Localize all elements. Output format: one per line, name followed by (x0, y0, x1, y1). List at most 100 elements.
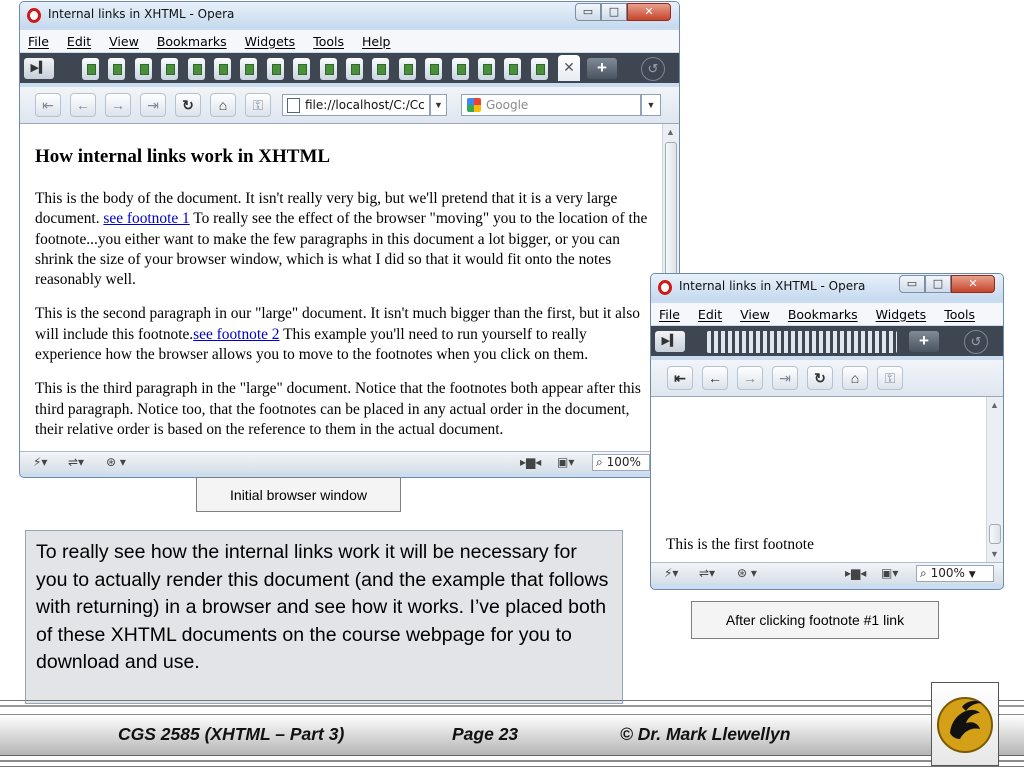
tab-bar: ▶▍ ✕ + ↺ (20, 53, 679, 83)
menu-tools[interactable]: Tools (313, 34, 344, 49)
tab-13[interactable] (398, 58, 416, 80)
menu-view[interactable]: View (109, 34, 139, 49)
scroll-up-icon[interactable]: ▲ (666, 127, 675, 137)
tab-11[interactable] (346, 58, 363, 80)
menu-edit[interactable]: Edit (67, 34, 91, 49)
title-bar-2[interactable]: Internal links in XHTML - Opera ▭ □ ✕ (651, 274, 1003, 300)
minimize-button[interactable]: ▭ (575, 3, 601, 21)
trash-icon[interactable]: ↺ (641, 57, 665, 81)
fast-forward-icon[interactable]: ⇥ (140, 93, 166, 117)
paragraph-1: This is the body of the document. It isn… (35, 189, 655, 290)
reload-icon[interactable]: ↻ (175, 93, 201, 117)
tab-10[interactable] (319, 58, 337, 80)
menu-edit-2[interactable]: Edit (698, 307, 722, 322)
maximize-button[interactable]: □ (601, 3, 627, 21)
vertical-scrollbar-2[interactable]: ▲ ▼ (986, 397, 1003, 562)
images-icon-2[interactable]: ▸▆◂ (845, 566, 866, 580)
tab-16[interactable] (478, 58, 495, 80)
forward-icon[interactable]: → (105, 93, 131, 117)
paragraph-3: This is the third paragraph in the "larg… (35, 379, 655, 440)
menu-help[interactable]: Help (362, 34, 391, 49)
view-icon[interactable]: ▣▾ (557, 455, 574, 469)
panel-icon-2[interactable]: ▶▍ (655, 331, 685, 352)
tab-active[interactable]: ✕ (558, 55, 580, 81)
wand-status-icon-2[interactable]: ⚡▾ (664, 566, 678, 580)
title-bar[interactable]: Internal links in XHTML - Opera ▭ □ ✕ (20, 2, 679, 28)
search-field[interactable]: Google (461, 94, 641, 116)
footer-rule-top (0, 700, 1024, 701)
menu-bookmarks[interactable]: Bookmarks (157, 34, 227, 49)
fast-forward-icon-2[interactable]: ⇥ (772, 366, 798, 390)
tab-15[interactable] (451, 58, 469, 80)
menu-view-2[interactable]: View (740, 307, 770, 322)
tab-strip[interactable] (707, 331, 897, 353)
rewind-icon-2[interactable]: ⇤ (667, 366, 693, 390)
maximize-button-2[interactable]: □ (925, 275, 951, 293)
new-tab-icon-2[interactable]: + (909, 331, 939, 352)
speed-dial-icon-2[interactable]: ⊛ ▾ (737, 566, 757, 580)
tab-4[interactable] (161, 58, 179, 80)
zoom-dropdown-icon[interactable]: ▼ (969, 570, 976, 580)
images-icon[interactable]: ▸▆◂ (520, 455, 541, 469)
menu-file[interactable]: File (28, 34, 49, 49)
tab-6[interactable] (214, 58, 231, 80)
navigation-bar: ⇤ ← → ⇥ ↻ ⌂ ⚿ file://localhost/C:/Cc ▼ G… (20, 87, 679, 123)
footer-page: Page 23 (452, 724, 519, 744)
address-field[interactable]: file://localhost/C:/Cc (282, 94, 430, 116)
search-dropdown[interactable]: ▼ (641, 94, 661, 116)
tab-18[interactable] (530, 58, 548, 80)
wand-icon[interactable]: ⚿ (245, 93, 271, 117)
wand-icon-2[interactable]: ⚿ (877, 366, 903, 390)
scroll-thumb-2[interactable] (989, 524, 1001, 544)
forward-icon-2[interactable]: → (737, 366, 763, 390)
view-icon-2[interactable]: ▣▾ (881, 566, 898, 580)
browser-window-after: Internal links in XHTML - Opera ▭ □ ✕ Fi… (650, 273, 1004, 590)
tab-5[interactable] (187, 58, 205, 80)
wand-status-icon[interactable]: ⚡▾ (33, 455, 47, 469)
tab-7[interactable] (240, 58, 258, 80)
tab-14[interactable] (425, 58, 443, 80)
back-icon-2[interactable]: ← (702, 366, 728, 390)
speed-dial-icon[interactable]: ⊛ ▾ (106, 455, 126, 469)
trash-icon-2[interactable]: ↺ (964, 330, 988, 354)
menu-tools-2[interactable]: Tools (944, 307, 975, 322)
tab-1[interactable] (82, 58, 99, 80)
menu-widgets-2[interactable]: Widgets (876, 307, 927, 322)
footnote-1-link[interactable]: see footnote 1 (103, 210, 189, 227)
tab-3[interactable] (134, 58, 152, 80)
home-icon[interactable]: ⌂ (210, 93, 236, 117)
menu-file-2[interactable]: File (659, 307, 680, 322)
scroll-up-icon-2[interactable]: ▲ (990, 400, 999, 410)
panel-icon[interactable]: ▶▍ (24, 58, 54, 79)
footnote-1-text: This is the first footnote (666, 536, 814, 553)
new-tab-icon[interactable]: + (587, 58, 617, 79)
network-icon-2[interactable]: ⇌▾ (699, 566, 715, 580)
close-button-2[interactable]: ✕ (951, 275, 995, 293)
minimize-button-2[interactable]: ▭ (899, 275, 925, 293)
tab-12[interactable] (372, 58, 390, 80)
footer-author: © Dr. Mark Llewellyn (620, 724, 791, 744)
network-icon[interactable]: ⇌▾ (68, 455, 84, 469)
tab-9[interactable] (293, 58, 311, 80)
address-dropdown[interactable]: ▼ (430, 94, 447, 116)
close-button[interactable]: ✕ (627, 3, 671, 21)
footnote-2-link[interactable]: see footnote 2 (193, 326, 279, 343)
page-content-2: This is the first footnote ▲ ▼ (651, 396, 1003, 562)
menu-bookmarks-2[interactable]: Bookmarks (788, 307, 858, 322)
menu-widgets[interactable]: Widgets (245, 34, 296, 49)
footer-rule-bottom (0, 760, 1024, 762)
reload-icon-2[interactable]: ↻ (807, 366, 833, 390)
scroll-thumb[interactable] (665, 142, 677, 275)
home-icon-2[interactable]: ⌂ (842, 366, 868, 390)
scroll-down-icon-2[interactable]: ▼ (990, 549, 999, 559)
rewind-icon[interactable]: ⇤ (35, 93, 61, 117)
caption-initial: Initial browser window (196, 477, 401, 512)
zoom-field-2[interactable]: ⌕ 100% ▼ (916, 565, 994, 582)
tab-2[interactable] (108, 58, 126, 80)
tab-8[interactable] (266, 58, 284, 80)
zoom-field[interactable]: ⌕ 100% (592, 454, 650, 471)
back-icon[interactable]: ← (70, 93, 96, 117)
tab-17[interactable] (504, 58, 522, 80)
zoom-icon: ⌕ (596, 455, 603, 469)
caption-initial-text: Initial browser window (230, 486, 367, 503)
